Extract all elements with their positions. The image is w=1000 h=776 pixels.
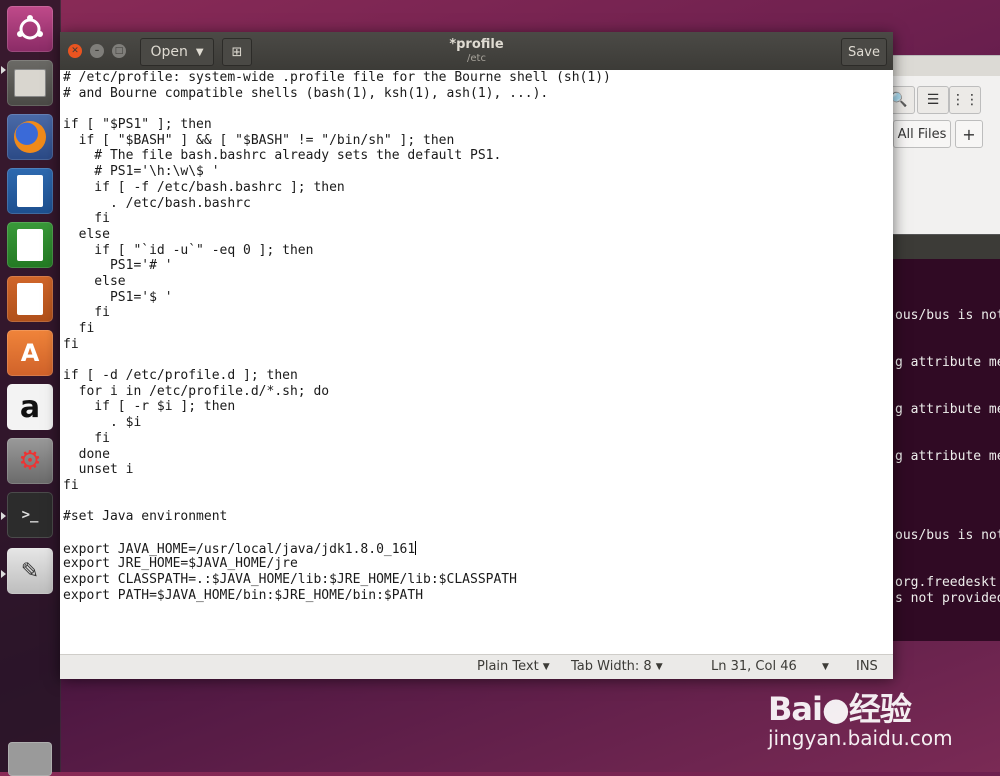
code-line: export PATH=$JAVA_HOME/bin:$JRE_HOME/bin… [63, 587, 424, 603]
system-settings-icon[interactable]: ⚙ [7, 438, 53, 484]
terminal-titlebar [880, 235, 1000, 259]
code-line: fi [63, 336, 79, 352]
window-title: *profile [449, 37, 504, 52]
position-menu-arrow[interactable]: ▼ [818, 659, 829, 674]
terminal-line: s not provided [895, 591, 1000, 606]
code-line: . $i [63, 415, 142, 431]
code-line: export CLASSPATH=.:$JAVA_HOME/lib:$JRE_H… [63, 572, 517, 587]
terminal-line: g attribute me [895, 355, 1000, 370]
code-line: else [63, 226, 110, 242]
list-view-icon[interactable]: ☰ [917, 86, 949, 114]
calc-icon[interactable] [7, 222, 53, 268]
cursor-position[interactable]: Ln 31, Col 46 [711, 659, 797, 674]
tab-width-selector[interactable]: Tab Width: 8 ▼ [571, 659, 663, 674]
code-content[interactable]: # /etc/profile: system-wide .profile fil… [63, 70, 611, 603]
titlebar: ✕ – □ Open ▼ ⊞ *profile /etc Save [60, 32, 893, 70]
code-line: done [63, 446, 110, 462]
grid-view-icon[interactable]: ⋮⋮ [949, 86, 981, 114]
terminal-line: g attribute me [895, 449, 1000, 464]
firefox-icon[interactable] [7, 114, 53, 160]
impress-icon[interactable] [7, 276, 53, 322]
code-line: #set Java environment [63, 509, 228, 525]
files-icon[interactable] [7, 60, 53, 106]
code-line: fi [63, 305, 110, 321]
running-indicator [1, 66, 6, 74]
code-line: # PS1='\h:\w\$ ' [63, 164, 220, 180]
gedit-window: ✕ – □ Open ▼ ⊞ *profile /etc Save # /etc… [60, 32, 893, 679]
terminal-icon[interactable]: >_ [7, 492, 53, 538]
statusbar: Plain Text ▼ Tab Width: 8 ▼ Ln 31, Col 46 … [60, 654, 893, 679]
code-line: # /etc/profile: system-wide .profile fil… [63, 70, 611, 85]
text-editor-area[interactable]: # /etc/profile: system-wide .profile fil… [60, 70, 893, 654]
writer-icon[interactable] [7, 168, 53, 214]
code-line: PS1='$ ' [63, 289, 173, 305]
amazon-icon[interactable]: a [7, 384, 53, 430]
ubuntu-logo-icon[interactable] [7, 6, 53, 52]
files-header [881, 56, 1000, 76]
text-cursor [415, 540, 417, 555]
code-line: else [63, 273, 126, 289]
launcher: A a ⚙ >_ ✎ [0, 0, 61, 776]
code-line: if [ -r $i ]; then [63, 399, 236, 415]
code-line: if [ "$PS1" ]; then [63, 117, 212, 133]
code-line: for i in /etc/profile.d/*.sh; do [63, 383, 330, 399]
insert-mode: INS [856, 659, 878, 674]
all-files-button[interactable]: All Files [893, 120, 951, 148]
terminal-line: g attribute me [895, 402, 1000, 417]
software-center-icon[interactable]: A [7, 330, 53, 376]
watermark-brand: Bai●经验 [768, 690, 912, 728]
language-selector[interactable]: Plain Text ▼ [477, 659, 550, 674]
terminal-line: org.freedeskt [895, 575, 997, 590]
running-indicator [1, 570, 6, 578]
code-line: if [ -f /etc/bash.bashrc ]; then [63, 179, 345, 195]
code-line: if [ -d /etc/profile.d ]; then [63, 368, 298, 384]
code-line: # and Bourne compatible shells (bash(1),… [63, 85, 549, 101]
code-line: fi [63, 211, 110, 227]
terminal-line: ous/bus is not [895, 528, 1000, 543]
code-line: . /etc/bash.bashrc [63, 195, 251, 211]
chevron-down-icon: ▼ [822, 662, 829, 672]
code-line: export JRE_HOME=$JAVA_HOME/jre [63, 556, 298, 572]
position-label: Ln 31, Col 46 [711, 659, 797, 674]
trash-icon[interactable] [8, 742, 52, 776]
chevron-down-icon: ▼ [542, 662, 550, 672]
language-label: Plain Text [477, 659, 539, 674]
code-line: PS1='# ' [63, 258, 173, 274]
save-button[interactable]: Save [841, 38, 887, 66]
code-line: unset i [63, 462, 134, 478]
text-editor-icon[interactable]: ✎ [7, 548, 53, 594]
running-indicator [1, 512, 6, 520]
chevron-down-icon: ▼ [655, 662, 663, 672]
code-line: if [ "`id -u`" -eq 0 ]; then [63, 242, 314, 258]
terminal-line: ous/bus is not [895, 308, 1000, 323]
code-line: if [ "$BASH" ] && [ "$BASH" != "/bin/sh"… [63, 132, 455, 148]
code-line: export JAVA_HOME=/usr/local/java/jdk1.8.… [63, 540, 417, 557]
code-line: # The file bash.bashrc already sets the … [63, 148, 502, 164]
window-subtitle: /etc [467, 53, 486, 64]
watermark-url: jingyan.baidu.com [768, 726, 953, 750]
tab-width-label: Tab Width: 8 [571, 659, 652, 674]
code-line: fi [63, 321, 95, 336]
code-line: fi [63, 430, 110, 446]
code-line: fi [63, 477, 79, 493]
add-button[interactable]: + [955, 120, 983, 148]
